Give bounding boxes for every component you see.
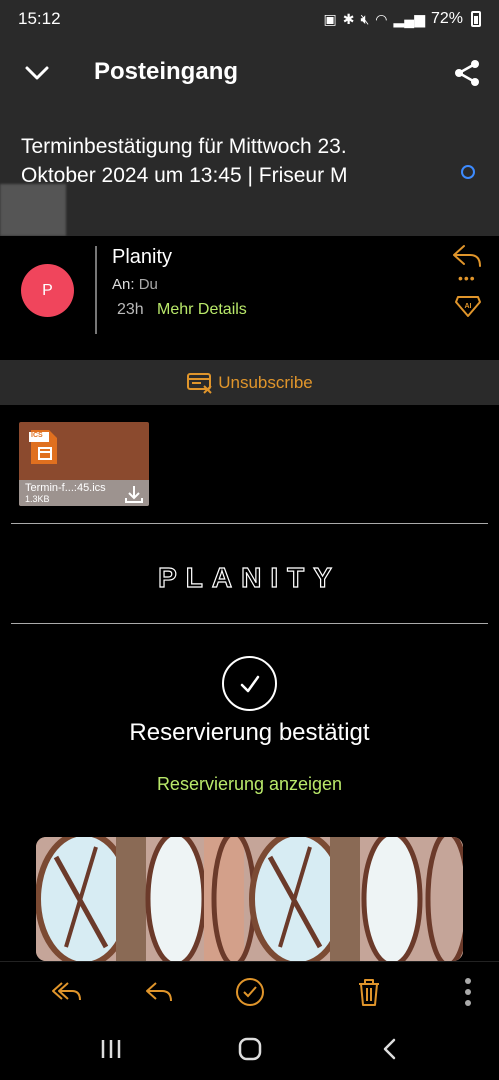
download-icon[interactable]	[125, 485, 143, 503]
attachment-card[interactable]: ICS Termin-f...:45.ics 1.3KB	[19, 422, 149, 506]
battery-percent: 72%	[430, 10, 463, 27]
ai-icon[interactable]: AI	[454, 294, 482, 318]
unsubscribe-button[interactable]: Unsubscribe	[0, 360, 499, 405]
svg-text:AI: AI	[465, 303, 472, 310]
status-bar: 15:12 ▣ ✱ 🔇︎ ◠ ▂▄▆ 72%	[0, 0, 499, 38]
system-nav-bar	[0, 1019, 499, 1080]
nfc-icon: ▣	[323, 10, 337, 27]
trash-icon[interactable]	[353, 976, 385, 1008]
status-time: 15:12	[18, 9, 61, 28]
reply-icon[interactable]	[450, 240, 484, 274]
confirmation-heading: Reservierung bestätigt	[129, 719, 370, 746]
more-vertical-icon[interactable]	[452, 976, 484, 1008]
email-header: Posteingang Terminbestätigung für Mittwo…	[0, 38, 499, 236]
avatar[interactable]: P	[21, 264, 74, 317]
home-icon[interactable]	[238, 1037, 262, 1061]
recipient-label: An:	[112, 276, 135, 293]
view-reservation-link[interactable]: Reservierung anzeigen	[0, 774, 499, 795]
chevron-down-icon[interactable]	[22, 58, 52, 88]
checkmark-icon	[222, 656, 277, 711]
mute-icon: 🔇︎	[360, 10, 370, 27]
recipient-value: Du	[138, 276, 158, 293]
unsubscribe-label: Unsubscribe	[218, 372, 313, 392]
divider	[95, 246, 97, 334]
email-action-bar	[0, 961, 499, 1019]
reply-all-icon[interactable]	[50, 976, 82, 1008]
divider	[11, 623, 488, 624]
battery-icon	[471, 11, 481, 27]
bluetooth-icon: ✱	[342, 10, 355, 27]
recipient-line: An: Du	[112, 276, 158, 293]
salon-photo	[36, 837, 463, 961]
unread-dot-icon[interactable]	[461, 165, 475, 179]
more-options-icon[interactable]: •••	[458, 270, 476, 286]
sender-row: P Planity An: Du 23h Mehr Details ••• AI	[0, 236, 499, 360]
email-subject: Terminbestätigung für Mittwoch 23. Oktob…	[21, 135, 348, 187]
avatar-initial: P	[42, 281, 53, 299]
reply-icon[interactable]	[143, 976, 175, 1008]
more-details-link[interactable]: Mehr Details	[157, 301, 247, 319]
unsubscribe-icon	[187, 372, 212, 394]
attachment-filename: Termin-f...:45.ics	[25, 482, 106, 494]
attachment-badge: ICS	[31, 432, 43, 439]
brand-logo: PLANITY	[158, 561, 341, 593]
email-time: 23h	[117, 301, 144, 318]
signal-icon: ▂▄▆	[393, 10, 425, 27]
recent-apps-icon[interactable]	[98, 1037, 124, 1061]
redacted-block	[0, 184, 66, 236]
sender-name: Planity	[112, 246, 173, 268]
divider	[11, 523, 488, 524]
status-icons: ▣ ✱ 🔇︎ ◠ ▂▄▆ 72%	[323, 10, 481, 28]
share-icon[interactable]	[452, 58, 482, 88]
attachment-size: 1.3KB	[25, 494, 50, 504]
back-icon[interactable]	[380, 1037, 400, 1061]
wifi-icon: ◠	[375, 10, 388, 27]
mark-done-icon[interactable]	[234, 976, 266, 1008]
page-title: Posteingang	[94, 58, 239, 85]
